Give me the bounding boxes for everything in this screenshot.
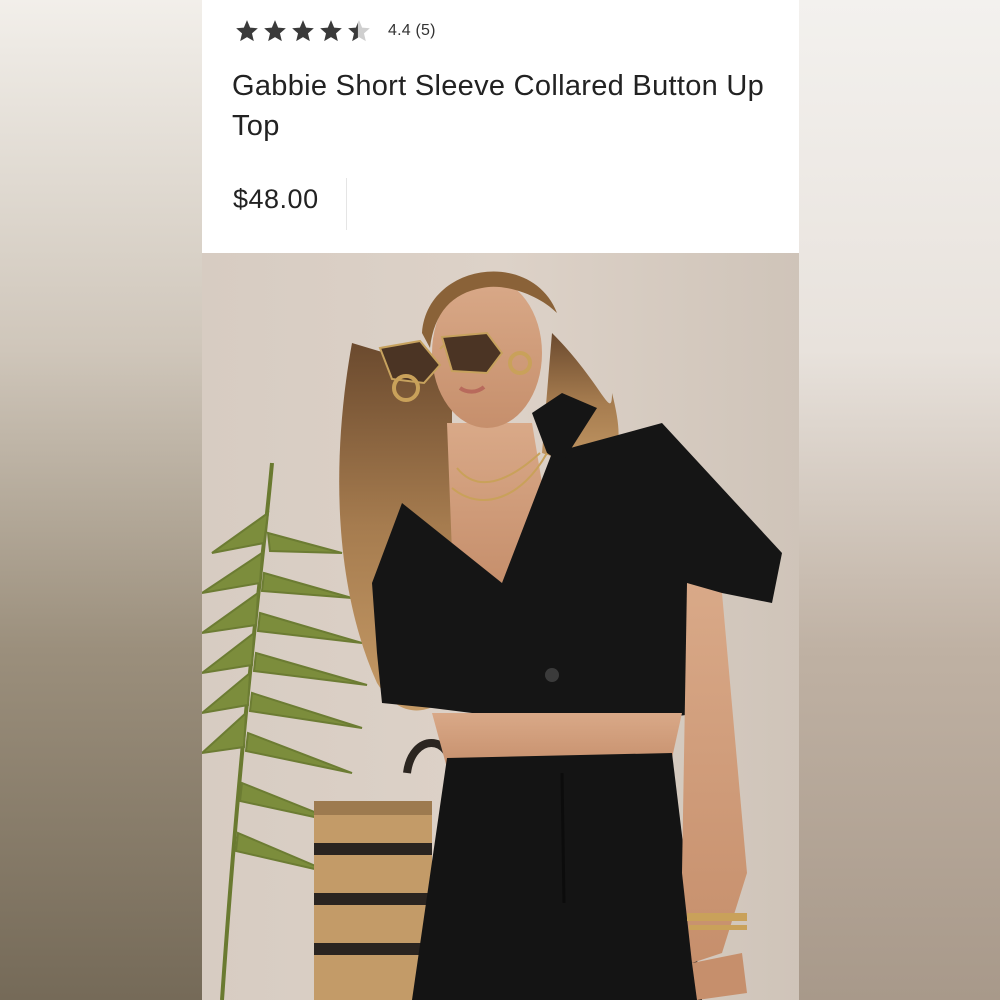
star-icon bbox=[320, 20, 342, 42]
product-header: 4.4 (5) Gabbie Short Sleeve Collared But… bbox=[202, 0, 799, 253]
black-skirt bbox=[412, 753, 702, 1000]
product-title: Gabbie Short Sleeve Collared Button Up T… bbox=[232, 70, 765, 142]
blurred-background-left bbox=[0, 0, 202, 1000]
blurred-background-right bbox=[799, 0, 1000, 1000]
star-icon bbox=[292, 20, 314, 42]
star-icon bbox=[264, 20, 286, 42]
product-photo[interactable] bbox=[202, 253, 799, 1000]
rating-summary[interactable]: 4.4 (5) bbox=[388, 22, 436, 40]
product-card: 4.4 (5) Gabbie Short Sleeve Collared But… bbox=[202, 0, 799, 1000]
product-price: $48.00 bbox=[233, 184, 319, 214]
star-half-icon bbox=[348, 20, 370, 42]
star-rating bbox=[234, 18, 372, 44]
rating-row[interactable]: 4.4 (5) bbox=[234, 16, 436, 46]
star-icon bbox=[236, 20, 258, 42]
price-divider bbox=[346, 178, 347, 230]
